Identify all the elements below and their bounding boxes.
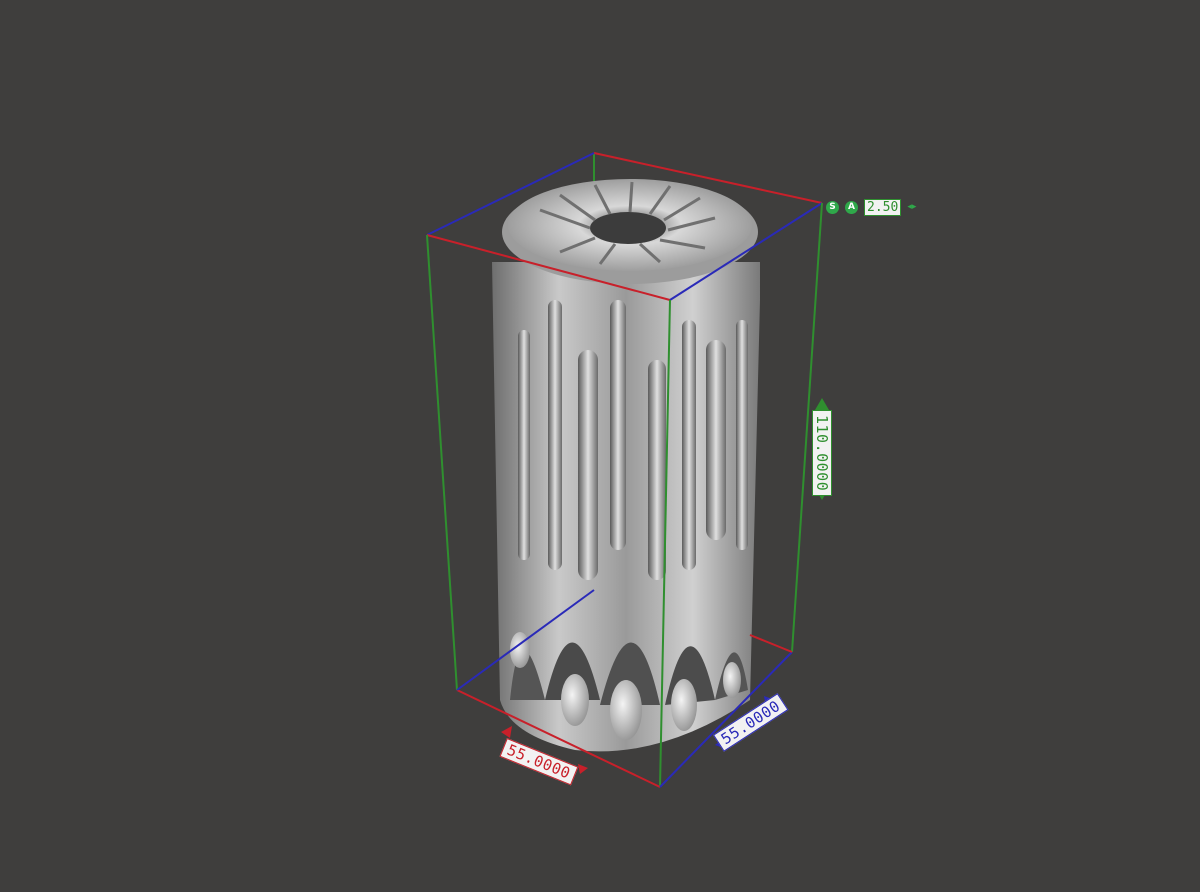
snap-stepper-icon[interactable]: ◂▸ [907,202,916,212]
model-object[interactable] [492,179,760,752]
snap-toggle-icon[interactable]: S [826,200,839,214]
3d-viewport[interactable]: 55.0000 55.0000 110.0000 S A 2.50 ◂▸ [0,0,1200,888]
snap-gizmo: S A 2.50 ◂▸ [826,198,916,216]
bbox-edge-bottom-back-x [749,634,793,653]
z-arrow-top-icon [815,398,829,410]
z-dimension-label: 110.0000 [812,410,832,497]
scene-svg [426,152,829,788]
angle-snap-icon[interactable]: A [845,200,858,214]
snap-value-field[interactable]: 2.50 [864,198,902,216]
x-arrow-right-icon [578,764,588,774]
x-arrow-left-icon [501,726,512,738]
bbox-edge-left-z [426,234,458,691]
